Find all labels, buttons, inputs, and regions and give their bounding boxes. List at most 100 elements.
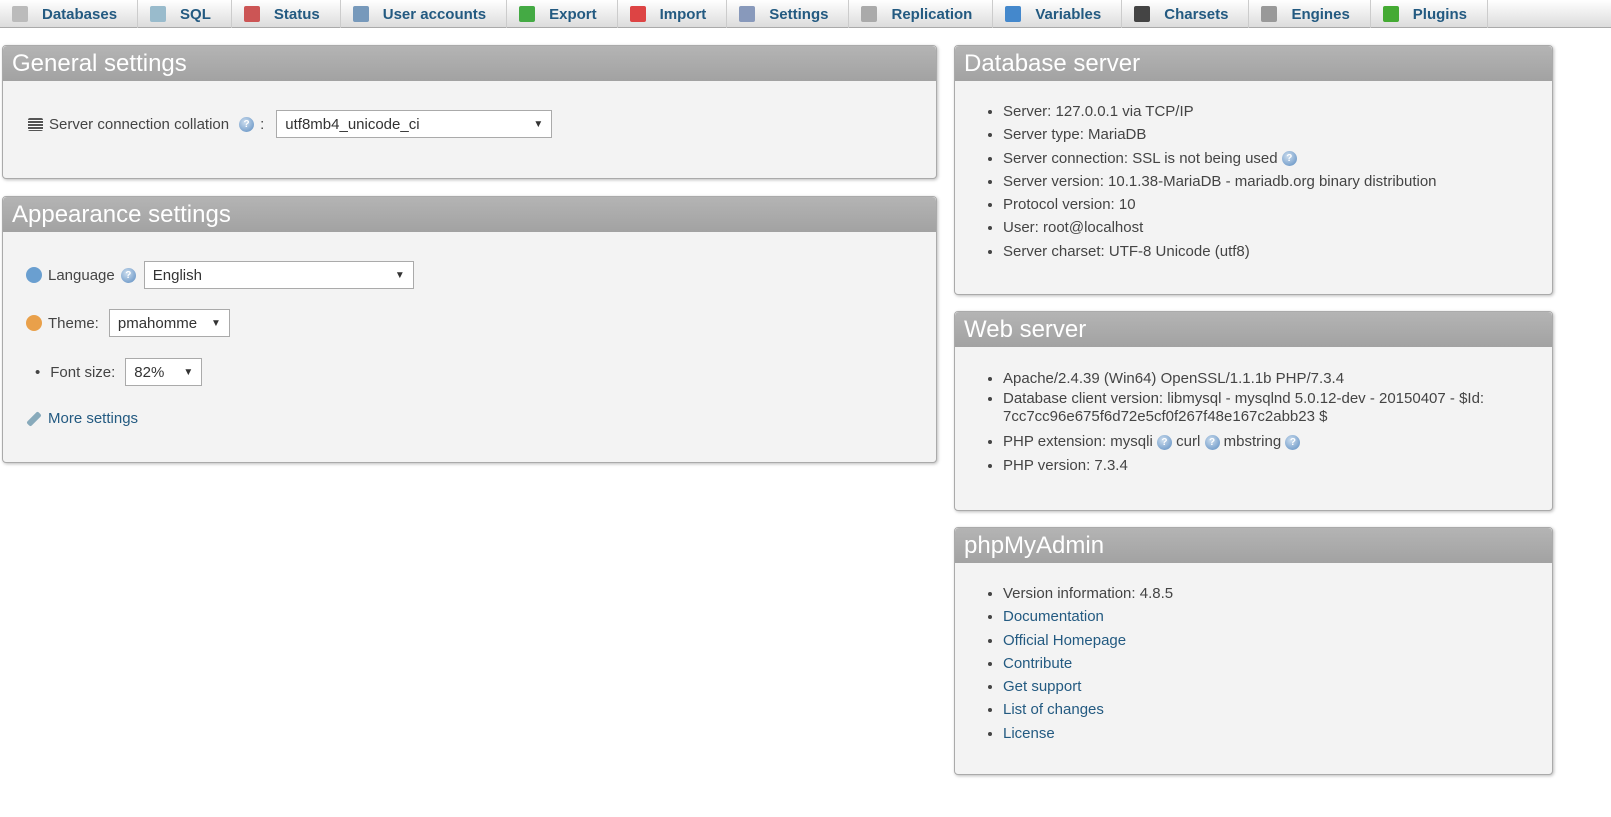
tab-status[interactable]: Status	[232, 0, 341, 28]
list-item: Official Homepage	[1003, 629, 1552, 652]
tab-user-accounts[interactable]: User accounts	[341, 0, 508, 28]
tab-engines[interactable]: Engines	[1249, 0, 1371, 28]
language-label: Language	[48, 266, 115, 284]
web-server-panel: Web server Apache/2.4.39 (Win64) OpenSSL…	[954, 311, 1553, 511]
item-text: Server: 127.0.0.1 via TCP/IP	[1003, 103, 1194, 120]
tab-databases[interactable]: Databases	[0, 0, 139, 28]
database-server-list: Server: 127.0.0.1 via TCP/IP Server type:…	[955, 100, 1552, 263]
list-item: Apache/2.4.39 (Win64) OpenSSL/1.1.1b PHP…	[1003, 367, 1552, 390]
theme-icon	[26, 315, 42, 331]
ext-mysqli: mysqli	[1110, 433, 1153, 451]
charsets-icon	[1134, 6, 1151, 22]
dropdown-arrow-icon: ▼	[533, 118, 544, 130]
panel-title: Database server	[955, 46, 1552, 81]
documentation-link[interactable]: Documentation	[1003, 608, 1104, 625]
help-icon[interactable]: ?	[120, 267, 136, 283]
panel-title: Web server	[955, 312, 1552, 347]
list-item: Server: 127.0.0.1 via TCP/IP	[1003, 100, 1552, 123]
colon: :	[260, 115, 265, 133]
theme-label: Theme:	[48, 314, 99, 332]
collation-label: Server connection collation	[49, 115, 230, 133]
item-text: Server charset: UTF-8 Unicode (utf8)	[1003, 242, 1250, 260]
list-item: List of changes	[1003, 698, 1552, 721]
tab-import[interactable]: Import	[618, 0, 728, 28]
get-support-link[interactable]: Get support	[1003, 678, 1081, 695]
phpmyadmin-list: Version information: 4.8.5 Documentation…	[955, 582, 1552, 745]
tab-charsets[interactable]: Charsets	[1122, 0, 1250, 28]
tab-label: Databases	[42, 5, 118, 23]
panel-title: General settings	[3, 46, 936, 81]
database-server-panel: Database server Server: 127.0.0.1 via TC…	[954, 45, 1553, 295]
tab-label: Engines	[1291, 5, 1350, 23]
list-item: Contribute	[1003, 652, 1552, 675]
wrench-icon	[26, 410, 42, 427]
dropdown-arrow-icon: ▼	[394, 269, 405, 281]
replication-icon	[861, 6, 878, 22]
export-icon	[519, 6, 536, 22]
ext-mbstring: mbstring	[1223, 433, 1282, 451]
tab-label: Charsets	[1164, 5, 1229, 23]
official-homepage-link[interactable]: Official Homepage	[1003, 632, 1126, 649]
item-text: Server connection: SSL is not being used	[1003, 149, 1278, 167]
tab-label: Import	[659, 5, 707, 23]
general-settings-panel: General settings Server connection colla…	[2, 45, 937, 179]
help-icon[interactable]: ?	[1156, 434, 1172, 450]
appearance-settings-panel: Appearance settings Language ? English ▼ …	[2, 196, 937, 463]
theme-select[interactable]: pmahomme ▼	[108, 309, 230, 337]
list-of-changes-link[interactable]: List of changes	[1003, 701, 1104, 718]
item-text: Server version: 10.1.38-MariaDB - mariad…	[1003, 172, 1437, 190]
help-icon[interactable]: ?	[1285, 434, 1301, 450]
list-item: Server charset: UTF-8 Unicode (utf8)	[1003, 240, 1552, 263]
dropdown-arrow-icon: ▼	[183, 366, 194, 378]
list-item: Protocol version: 10	[1003, 193, 1552, 216]
bullet: •	[35, 363, 41, 381]
tab-label: Plugins	[1412, 5, 1467, 23]
tab-label: Variables	[1035, 5, 1102, 23]
contribute-link[interactable]: Contribute	[1003, 655, 1072, 672]
tab-label: User accounts	[382, 5, 487, 23]
more-settings-link[interactable]: More settings	[48, 410, 138, 427]
tab-variables[interactable]: Variables	[993, 0, 1123, 28]
list-item: Get support	[1003, 675, 1552, 698]
license-link[interactable]: License	[1003, 725, 1055, 742]
collation-select[interactable]: utf8mb4_unicode_ci ▼	[276, 110, 553, 138]
collation-value: utf8mb4_unicode_ci	[285, 115, 420, 133]
variables-icon	[1005, 6, 1022, 22]
item-text: User: root@localhost	[1003, 219, 1144, 237]
sql-icon	[150, 6, 167, 22]
list-item: PHP extension: mysqli ? curl ? mbstring …	[1003, 430, 1552, 453]
help-icon[interactable]: ?	[1204, 434, 1220, 450]
tab-label: Export	[549, 5, 597, 23]
tab-export[interactable]: Export	[507, 0, 618, 28]
list-item: Documentation	[1003, 605, 1552, 628]
database-icon	[12, 6, 28, 22]
dropdown-arrow-icon: ▼	[210, 317, 221, 329]
panel-title: phpMyAdmin	[955, 528, 1552, 563]
font-size-value: 82%	[134, 363, 165, 381]
engines-icon	[1261, 6, 1278, 22]
list-item: User: root@localhost	[1003, 216, 1552, 239]
list-item: License	[1003, 722, 1552, 745]
tab-plugins[interactable]: Plugins	[1371, 0, 1488, 28]
list-item: Server type: MariaDB	[1003, 123, 1552, 146]
item-text: Server type: MariaDB	[1003, 126, 1147, 144]
tab-settings[interactable]: Settings	[727, 0, 850, 28]
help-icon[interactable]: ?	[239, 116, 255, 132]
user-accounts-icon	[352, 6, 369, 22]
top-nav-tabs: Databases SQL Status User accounts Export Imp…	[0, 0, 1611, 28]
language-select[interactable]: English ▼	[143, 261, 414, 289]
tab-label: Settings	[769, 5, 829, 23]
list-item: Server version: 10.1.38-MariaDB - mariad…	[1003, 170, 1552, 193]
language-value: English	[152, 266, 202, 284]
tab-replication[interactable]: Replication	[849, 0, 994, 28]
panel-title: Appearance settings	[3, 197, 936, 232]
status-icon	[243, 6, 260, 22]
collation-icon	[28, 117, 43, 131]
tab-sql[interactable]: SQL	[138, 0, 232, 28]
help-icon[interactable]: ?	[1281, 151, 1297, 167]
font-size-select[interactable]: 82% ▼	[125, 358, 203, 386]
language-icon	[26, 267, 42, 283]
import-icon	[629, 6, 646, 22]
list-item: PHP version: 7.3.4	[1003, 454, 1552, 477]
theme-value: pmahomme	[117, 314, 198, 332]
